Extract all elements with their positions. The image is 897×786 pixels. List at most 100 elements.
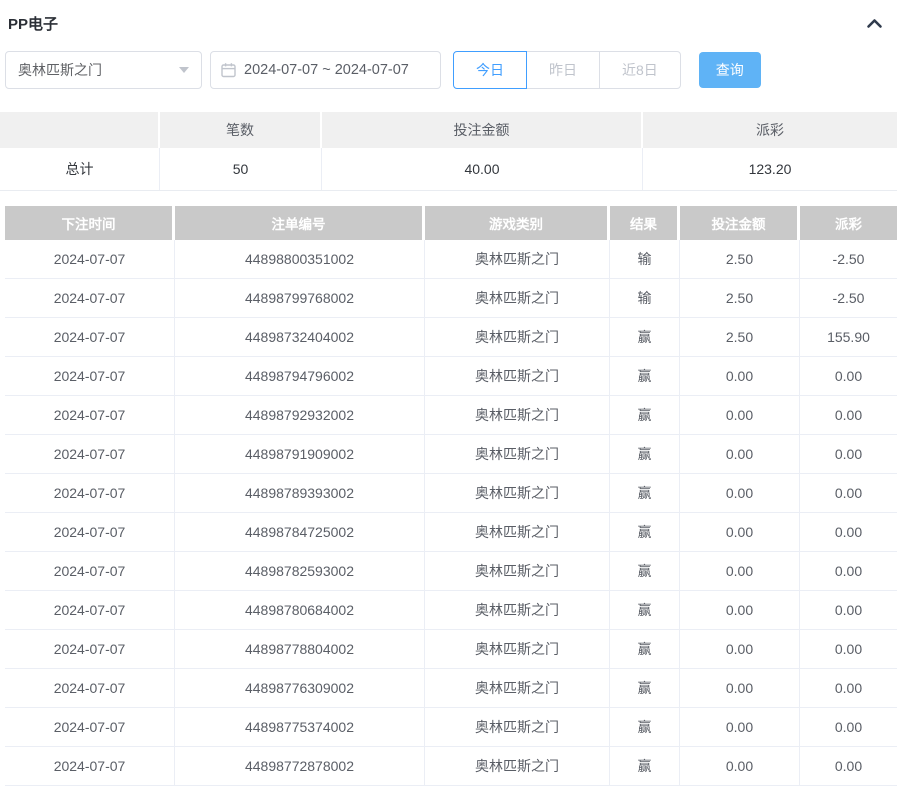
game-select[interactable]: 奥林匹斯之门 xyxy=(5,51,202,89)
cell-payout: -2.50 xyxy=(800,279,897,317)
cell-bet-time: 2024-07-07 xyxy=(5,630,175,668)
summary-total-bet-amount: 40.00 xyxy=(322,148,643,190)
col-bet-id: 注单编号 xyxy=(175,206,425,240)
cell-bet-time: 2024-07-07 xyxy=(5,318,175,356)
cell-game-category: 奥林匹斯之门 xyxy=(425,591,610,629)
cell-bet-time: 2024-07-07 xyxy=(5,435,175,473)
cell-bet-id: 44898732404002 xyxy=(175,318,425,356)
cell-bet-time: 2024-07-07 xyxy=(5,513,175,551)
cell-bet-time: 2024-07-07 xyxy=(5,591,175,629)
cell-bet-amount: 0.00 xyxy=(680,591,800,629)
cell-payout: 0.00 xyxy=(800,708,897,746)
cell-payout: 0.00 xyxy=(800,357,897,395)
cell-bet-amount: 0.00 xyxy=(680,669,800,707)
cell-result: 赢 xyxy=(610,669,680,707)
summary-header-bet-amount: 投注金额 xyxy=(322,112,643,148)
cell-payout: 0.00 xyxy=(800,552,897,590)
cell-result: 输 xyxy=(610,240,680,278)
cell-bet-time: 2024-07-07 xyxy=(5,669,175,707)
cell-bet-time: 2024-07-07 xyxy=(5,552,175,590)
cell-bet-id: 44898791909002 xyxy=(175,435,425,473)
summary-header-row: 笔数 投注金额 派彩 xyxy=(0,112,897,148)
cell-payout: 0.00 xyxy=(800,396,897,434)
cell-payout: 0.00 xyxy=(800,513,897,551)
table-row: 2024-07-07 44898789393002 奥林匹斯之门 赢 0.00 … xyxy=(5,474,897,513)
cell-game-category: 奥林匹斯之门 xyxy=(425,279,610,317)
cell-result: 赢 xyxy=(610,708,680,746)
table-row: 2024-07-07 44898794796002 奥林匹斯之门 赢 0.00 … xyxy=(5,357,897,396)
cell-game-category: 奥林匹斯之门 xyxy=(425,708,610,746)
cell-result: 赢 xyxy=(610,396,680,434)
cell-result: 赢 xyxy=(610,591,680,629)
chevron-down-icon xyxy=(179,67,189,73)
cell-result: 输 xyxy=(610,279,680,317)
cell-result: 赢 xyxy=(610,513,680,551)
table-row: 2024-07-07 44898780684002 奥林匹斯之门 赢 0.00 … xyxy=(5,591,897,630)
cell-bet-amount: 2.50 xyxy=(680,240,800,278)
today-button[interactable]: 今日 xyxy=(453,51,527,89)
cell-bet-id: 44898782593002 xyxy=(175,552,425,590)
col-payout: 派彩 xyxy=(800,206,897,240)
table-row: 2024-07-07 44898782593002 奥林匹斯之门 赢 0.00 … xyxy=(5,552,897,591)
cell-bet-amount: 2.50 xyxy=(680,279,800,317)
summary-total-count: 50 xyxy=(160,148,322,190)
col-bet-amount: 投注金额 xyxy=(680,206,800,240)
cell-payout: 0.00 xyxy=(800,474,897,512)
page-title: PP电子 xyxy=(8,13,58,34)
cell-bet-id: 44898776309002 xyxy=(175,669,425,707)
table-row: 2024-07-07 44898800351002 奥林匹斯之门 输 2.50 … xyxy=(5,240,897,279)
yesterday-button[interactable]: 昨日 xyxy=(526,51,600,89)
game-select-value: 奥林匹斯之门 xyxy=(18,60,102,80)
cell-bet-time: 2024-07-07 xyxy=(5,357,175,395)
cell-game-category: 奥林匹斯之门 xyxy=(425,747,610,785)
cell-bet-id: 44898792932002 xyxy=(175,396,425,434)
table-row: 2024-07-07 44898791909002 奥林匹斯之门 赢 0.00 … xyxy=(5,435,897,474)
cell-game-category: 奥林匹斯之门 xyxy=(425,552,610,590)
cell-game-category: 奥林匹斯之门 xyxy=(425,240,610,278)
cell-payout: 0.00 xyxy=(800,435,897,473)
col-bet-time: 下注时间 xyxy=(5,206,175,240)
cell-bet-time: 2024-07-07 xyxy=(5,708,175,746)
cell-bet-id: 44898778804002 xyxy=(175,630,425,668)
summary-header-payout: 派彩 xyxy=(643,112,897,148)
cell-bet-id: 44898772878002 xyxy=(175,747,425,785)
cell-bet-amount: 0.00 xyxy=(680,396,800,434)
bet-records-body: 2024-07-07 44898800351002 奥林匹斯之门 输 2.50 … xyxy=(5,240,897,786)
cell-payout: 0.00 xyxy=(800,591,897,629)
cell-bet-amount: 0.00 xyxy=(680,513,800,551)
cell-bet-amount: 0.00 xyxy=(680,630,800,668)
col-result: 结果 xyxy=(610,206,680,240)
bet-records-header-row: 下注时间 注单编号 游戏类别 结果 投注金额 派彩 xyxy=(5,206,897,240)
table-row: 2024-07-07 44898778804002 奥林匹斯之门 赢 0.00 … xyxy=(5,630,897,669)
cell-bet-id: 44898794796002 xyxy=(175,357,425,395)
col-game-category: 游戏类别 xyxy=(425,206,610,240)
cell-result: 赢 xyxy=(610,318,680,356)
cell-bet-amount: 0.00 xyxy=(680,552,800,590)
collapse-chevron-up-icon[interactable] xyxy=(866,18,883,29)
date-range-value: 2024-07-07 ~ 2024-07-07 xyxy=(244,62,409,78)
cell-game-category: 奥林匹斯之门 xyxy=(425,318,610,356)
cell-bet-id: 44898784725002 xyxy=(175,513,425,551)
date-range-input[interactable]: 2024-07-07 ~ 2024-07-07 xyxy=(210,51,441,89)
cell-result: 赢 xyxy=(610,552,680,590)
cell-payout: 0.00 xyxy=(800,669,897,707)
table-row: 2024-07-07 44898792932002 奥林匹斯之门 赢 0.00 … xyxy=(5,396,897,435)
table-row: 2024-07-07 44898775374002 奥林匹斯之门 赢 0.00 … xyxy=(5,708,897,747)
filter-controls: 奥林匹斯之门 2024-07-07 ~ 2024-07-07 今日 昨日 近8日… xyxy=(5,50,897,90)
cell-game-category: 奥林匹斯之门 xyxy=(425,513,610,551)
summary-total-payout: 123.20 xyxy=(643,148,897,190)
cell-bet-id: 44898780684002 xyxy=(175,591,425,629)
summary-total-row: 总计 50 40.00 123.20 xyxy=(0,148,897,191)
cell-result: 赢 xyxy=(610,357,680,395)
cell-payout: 155.90 xyxy=(800,318,897,356)
last8days-button[interactable]: 近8日 xyxy=(599,51,681,89)
cell-payout: -2.50 xyxy=(800,240,897,278)
cell-result: 赢 xyxy=(610,435,680,473)
cell-bet-amount: 0.00 xyxy=(680,435,800,473)
summary-table: 笔数 投注金额 派彩 总计 50 40.00 123.20 xyxy=(0,112,897,191)
query-button[interactable]: 查询 xyxy=(699,52,761,88)
cell-result: 赢 xyxy=(610,747,680,785)
cell-bet-id: 44898800351002 xyxy=(175,240,425,278)
summary-header-empty xyxy=(0,112,160,148)
cell-game-category: 奥林匹斯之门 xyxy=(425,357,610,395)
